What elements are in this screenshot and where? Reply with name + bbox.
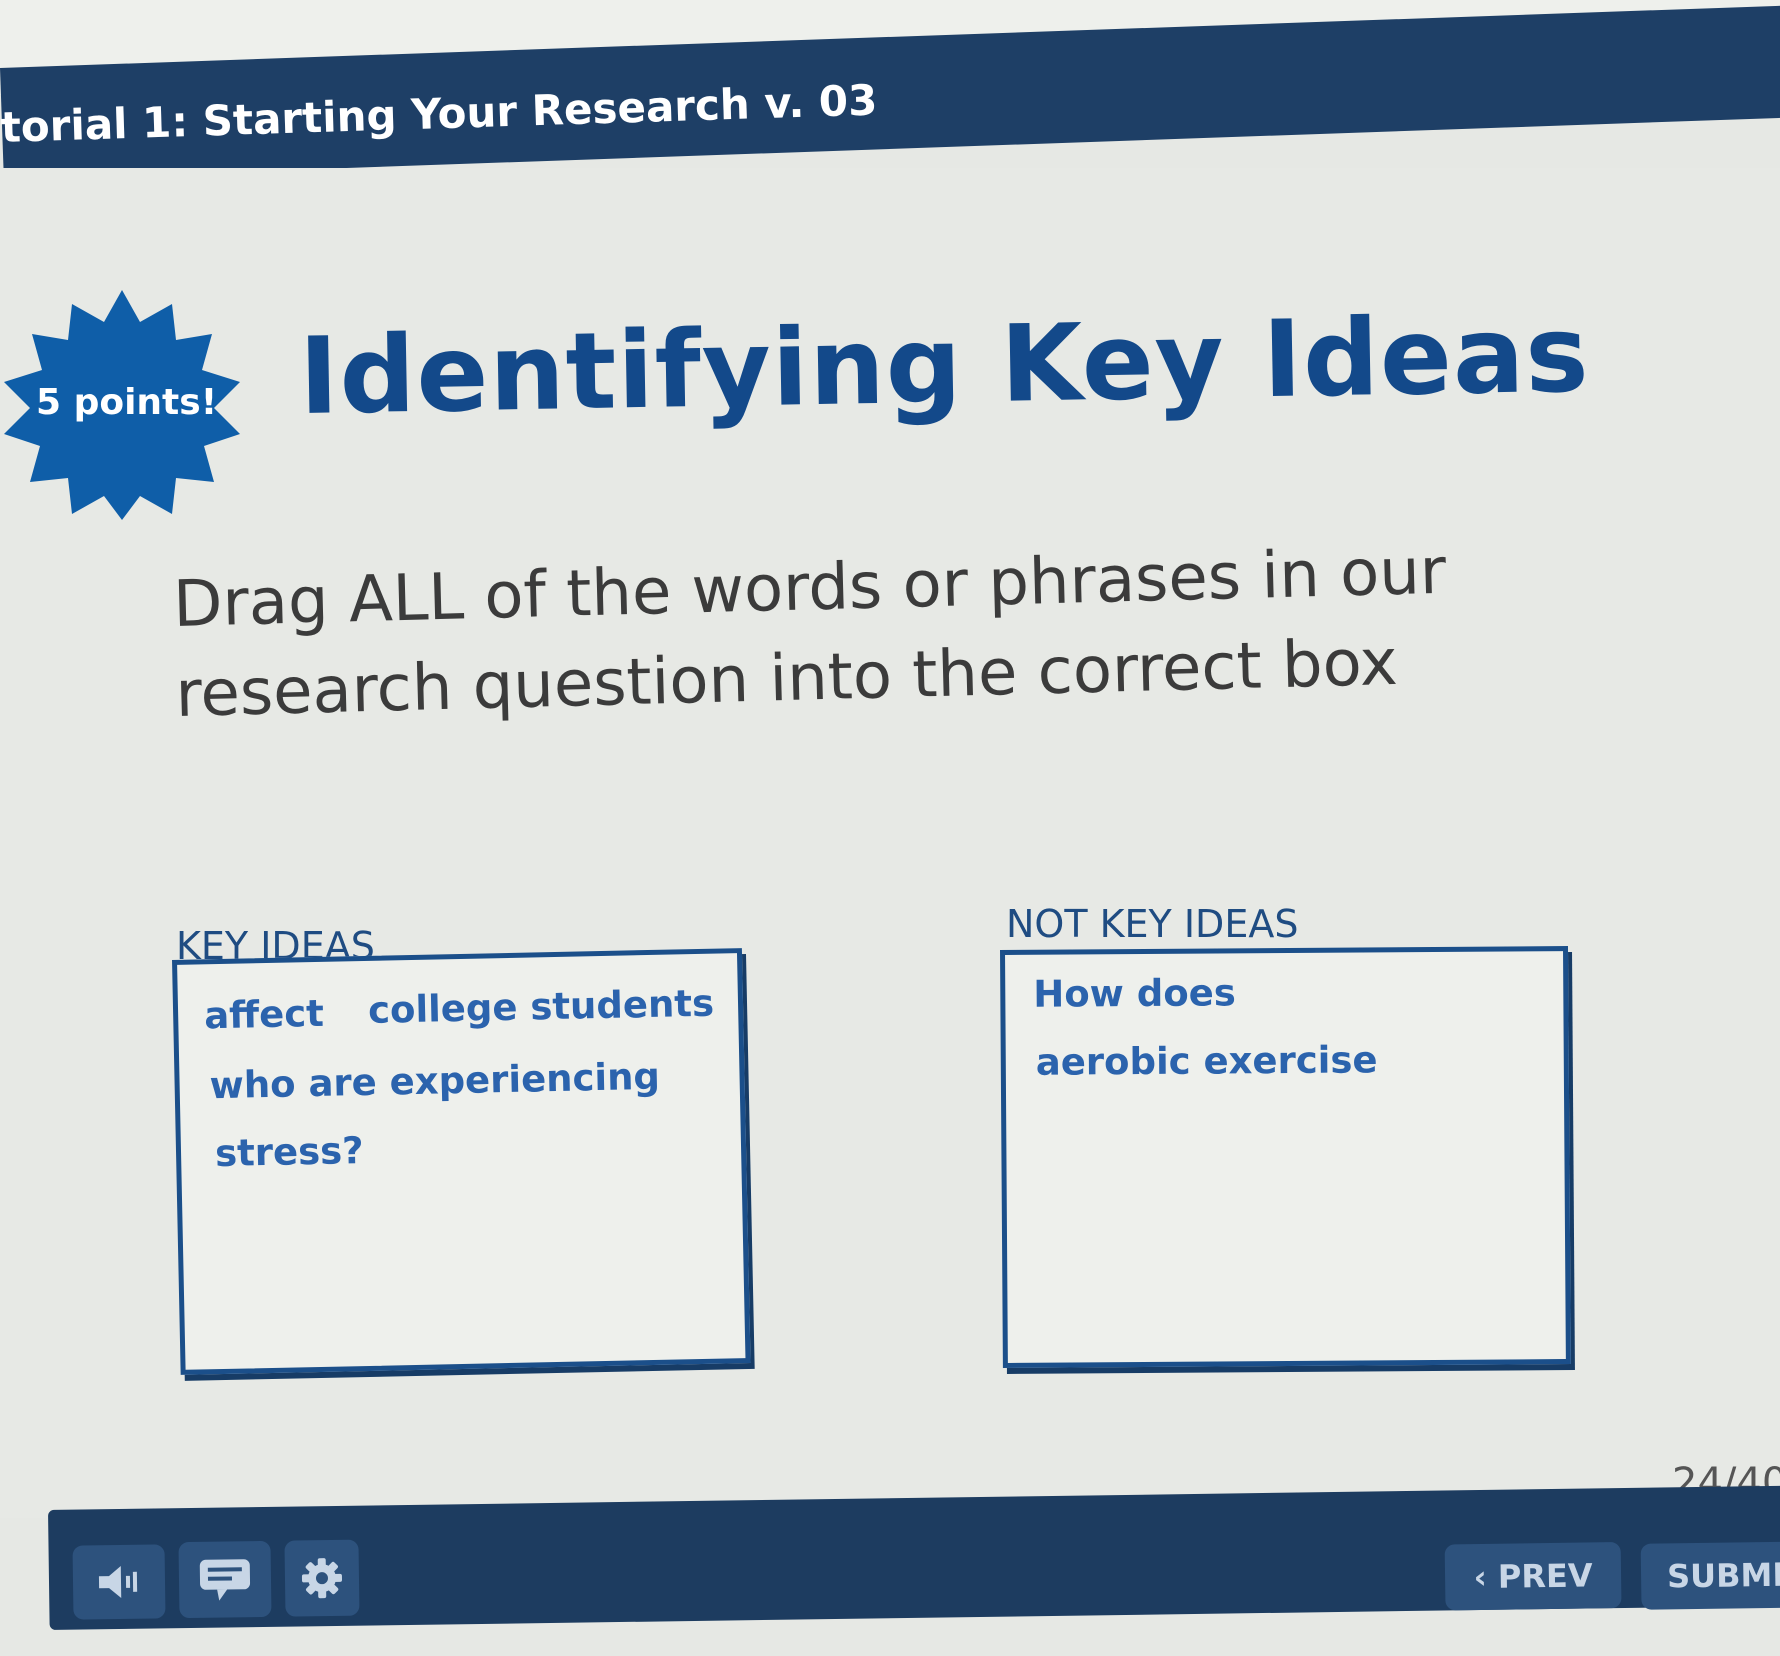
draggable-word[interactable]: college students: [368, 982, 715, 1032]
draggable-word[interactable]: affect: [204, 992, 325, 1037]
audio-button[interactable]: [72, 1544, 166, 1620]
draggable-word[interactable]: stress?: [215, 1129, 364, 1175]
submit-button-label: SUBMI: [1666, 1555, 1780, 1596]
gear-icon: [301, 1558, 343, 1599]
points-badge-label: 5 points!: [36, 382, 218, 423]
submit-button[interactable]: SUBMI: [1640, 1540, 1780, 1610]
instruction-text: Drag ALL of the words or phrases in our …: [172, 534, 1447, 732]
speaker-icon: [98, 1565, 138, 1598]
prev-button[interactable]: ‹ PREV: [1444, 1542, 1622, 1611]
page-title: Identifying Key Ideas: [298, 292, 1591, 438]
transcript-icon: [199, 1559, 251, 1601]
transcript-button[interactable]: [178, 1540, 272, 1619]
chevron-left-icon: ‹: [1473, 1557, 1499, 1597]
draggable-word[interactable]: aerobic exercise: [1036, 1038, 1378, 1083]
key-ideas-dropzone[interactable]: affect college students who are experien…: [172, 948, 751, 1375]
not-key-ideas-dropzone[interactable]: How does aerobic exercise: [1000, 946, 1571, 1368]
draggable-word[interactable]: How does: [1033, 971, 1236, 1015]
not-key-ideas-label: NOT KEY IDEAS: [1006, 902, 1299, 946]
player-controls-bar: ‹ PREV SUBMI: [48, 1485, 1780, 1630]
settings-button[interactable]: [284, 1539, 360, 1617]
prev-button-label: PREV: [1497, 1556, 1593, 1596]
draggable-word[interactable]: who are experiencing: [209, 1055, 660, 1107]
